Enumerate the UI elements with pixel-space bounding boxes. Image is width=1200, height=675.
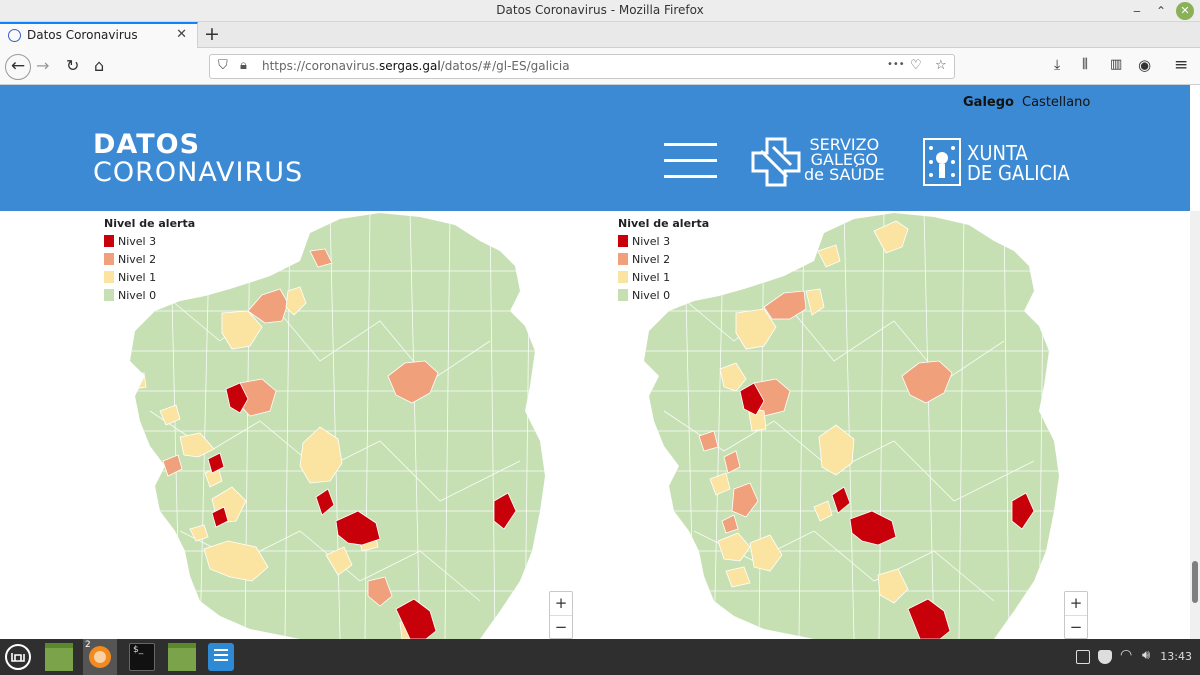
forward-button[interactable]: →	[36, 56, 49, 75]
lang-galego-link[interactable]: Galego	[963, 95, 1014, 110]
close-tab-icon[interactable]: ✕	[176, 27, 187, 42]
library-icon[interactable]: ⫼	[1082, 57, 1088, 72]
window-title: Datos Coronavirus - Mozilla Firefox	[496, 3, 704, 17]
tab-datos-coronavirus[interactable]: Datos Coronavirus ✕	[0, 22, 198, 48]
shield-tray-icon[interactable]	[1098, 650, 1112, 664]
maps-area: Nivel de alerta Nivel 3 Nivel 2 Nivel 1 …	[0, 211, 1190, 639]
galicia-map-right[interactable]	[514, 211, 1074, 639]
url-text[interactable]: https://coronavirus.sergas.gal/datos/#/g…	[262, 59, 570, 73]
zoom-control-right: + −	[1064, 591, 1088, 639]
navigation-toolbar: ← → ↻ ⌂ ⛉ 🔒︎ https://coronavirus.sergas.…	[0, 48, 1200, 85]
page-scrollbar[interactable]	[1190, 211, 1200, 639]
legend-item-nivel-2: Nivel 2	[618, 253, 709, 271]
logo-line-coronavirus[interactable]: CORONAVIRUS	[93, 157, 303, 188]
reload-button[interactable]: ↻	[66, 56, 79, 75]
new-tab-button[interactable]: +	[204, 23, 220, 45]
window-titlebar: Datos Coronavirus - Mozilla Firefox ‒ ⌃ …	[0, 0, 1200, 22]
text-editor-icon[interactable]	[208, 643, 234, 671]
site-header: Galego Castellano DATOS CORONAVIRUS SERV…	[0, 85, 1190, 211]
zoom-in-button[interactable]: +	[1065, 592, 1087, 615]
firefox-icon	[89, 646, 111, 668]
address-bar[interactable]: ⛉ 🔒︎ https://coronavirus.sergas.gal/dato…	[209, 54, 955, 79]
site-favicon-icon	[8, 29, 21, 42]
legend-item-nivel-0: Nivel 0	[618, 289, 709, 307]
sidebar-icon[interactable]: ▥	[1110, 57, 1122, 72]
sergas-cross-icon[interactable]	[751, 137, 801, 187]
maximize-icon[interactable]: ⌃	[1152, 2, 1170, 20]
mint-menu-icon[interactable]	[4, 643, 32, 671]
legend-title: Nivel de alerta	[104, 217, 196, 230]
files-icon[interactable]	[168, 643, 196, 671]
taskbar-clock[interactable]: 13:43	[1160, 650, 1192, 663]
legend-item-nivel-3: Nivel 3	[104, 235, 195, 253]
tab-strip: Datos Coronavirus ✕ +	[0, 22, 1200, 48]
tracking-shield-icon[interactable]: ⛉	[218, 58, 228, 73]
page-actions-icon[interactable]: •••	[887, 59, 905, 70]
menu-icon[interactable]: ≡	[1174, 55, 1188, 75]
sergas-logo-text[interactable]: SERVIZO GALEGO de SAÚDE	[804, 137, 885, 183]
galicia-map-left[interactable]	[0, 211, 560, 639]
legend-left: Nivel de alerta Nivel 3 Nivel 2 Nivel 1 …	[104, 217, 195, 307]
legend-title: Nivel de alerta	[618, 217, 710, 230]
pocket-icon[interactable]: ♡	[910, 58, 922, 73]
back-button[interactable]: ←	[5, 54, 31, 80]
scrollbar-thumb[interactable]	[1192, 561, 1198, 603]
logo-line-datos[interactable]: DATOS	[93, 129, 200, 160]
show-desktop-icon[interactable]	[45, 643, 73, 671]
hamburger-menu-button[interactable]	[664, 143, 717, 179]
terminal-icon[interactable]: $_	[129, 643, 155, 671]
wifi-icon[interactable]: ◠	[1120, 647, 1132, 675]
legend-right: Nivel de alerta Nivel 3 Nivel 2 Nivel 1 …	[618, 217, 709, 307]
nivel-0-areas	[130, 213, 545, 639]
desktop-taskbar: 2 $_ ◠ 🔊︎ 13:43	[0, 639, 1200, 675]
downloads-icon[interactable]: ⤓	[1054, 57, 1060, 73]
account-icon[interactable]: ◉	[1138, 56, 1151, 74]
legend-item-nivel-1: Nivel 1	[104, 271, 195, 289]
volume-icon[interactable]: 🔊︎	[1142, 648, 1150, 675]
zoom-out-button[interactable]: −	[1065, 615, 1087, 638]
home-button[interactable]: ⌂	[94, 56, 104, 75]
bookmark-star-icon[interactable]: ☆	[935, 58, 947, 73]
tab-label: Datos Coronavirus	[27, 28, 138, 42]
xunta-shield-icon[interactable]	[923, 138, 961, 186]
xunta-logo-text[interactable]: XUNTA DE GALICIA	[967, 143, 1070, 183]
lang-castellano-link[interactable]: Castellano	[1022, 95, 1090, 110]
legend-item-nivel-2: Nivel 2	[104, 253, 195, 271]
legend-item-nivel-1: Nivel 1	[618, 271, 709, 289]
minimize-icon[interactable]: ‒	[1128, 2, 1146, 20]
notifications-icon[interactable]	[1076, 650, 1090, 664]
nivel-0-areas	[644, 213, 1059, 639]
close-window-icon[interactable]: ✕	[1176, 2, 1194, 20]
legend-item-nivel-0: Nivel 0	[104, 289, 195, 307]
firefox-taskbar-button[interactable]: 2	[83, 639, 117, 675]
lock-icon[interactable]: 🔒︎	[240, 58, 247, 73]
legend-item-nivel-3: Nivel 3	[618, 235, 709, 253]
